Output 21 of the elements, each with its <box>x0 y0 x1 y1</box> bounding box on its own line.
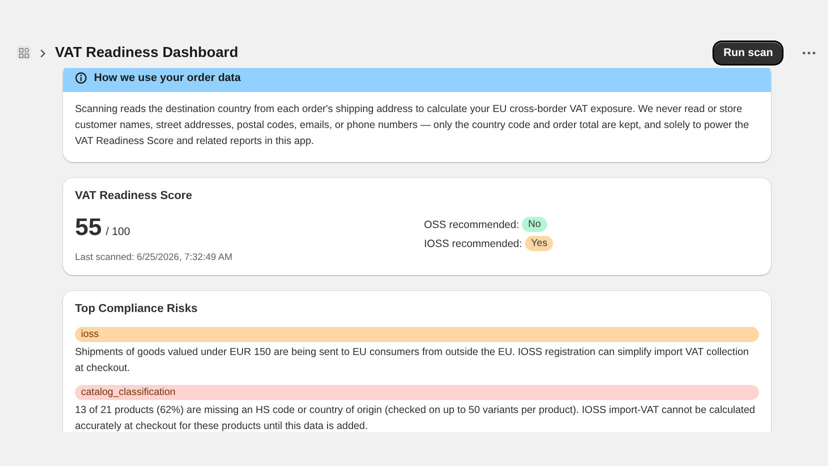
risk-description: Shipments of goods valued under EUR 150 are being sent to EU consumers from outside the EU. IOSS registration can simplify import VAT collection at checkout. <box>75 346 750 376</box>
risk-description: 13 of 21 products (62%) are missing an HS code or country of origin (checked on up to 50 variants per product). IOSS import-VAT cannot be calculated accurately at checkout for these products until this data is added. <box>75 404 756 432</box>
more-icon[interactable] <box>802 51 816 55</box>
score-value: 55 <box>75 214 102 242</box>
recommendation-label: OSS recommended: <box>424 218 520 230</box>
risk-tag: ioss <box>75 327 759 342</box>
status-badge: Yes <box>525 236 554 251</box>
chevron-icon <box>40 48 46 58</box>
risk-tag: catalog_classification <box>75 385 759 400</box>
card-title: VAT Readiness Score <box>75 190 194 202</box>
run-scan-button[interactable]: Run scan <box>714 42 782 64</box>
score-max: / 100 <box>106 226 130 238</box>
notice-text: Scanning reads the destination country from each order's shipping address to calculate your EU cross-border VAT exposure. We never read or store customer names, street addresses, postal codes, emails, or phone numbers — only the country code and order total are kept, and solely to power the VAT Readiness Score and related reports in this app. <box>74 103 750 149</box>
last-scanned-text: Last scanned: 6/25/2026, 7:32:49 AM <box>75 252 234 263</box>
info-icon <box>75 72 87 84</box>
app-icon[interactable] <box>17 46 31 60</box>
recommendation-label: IOSS recommended: <box>424 238 522 250</box>
card-title: Top Compliance Risks <box>75 303 198 315</box>
notice-title: How we use your order data <box>94 72 241 84</box>
page-title: VAT Readiness Dashboard <box>55 45 238 61</box>
status-badge: No <box>522 217 547 232</box>
